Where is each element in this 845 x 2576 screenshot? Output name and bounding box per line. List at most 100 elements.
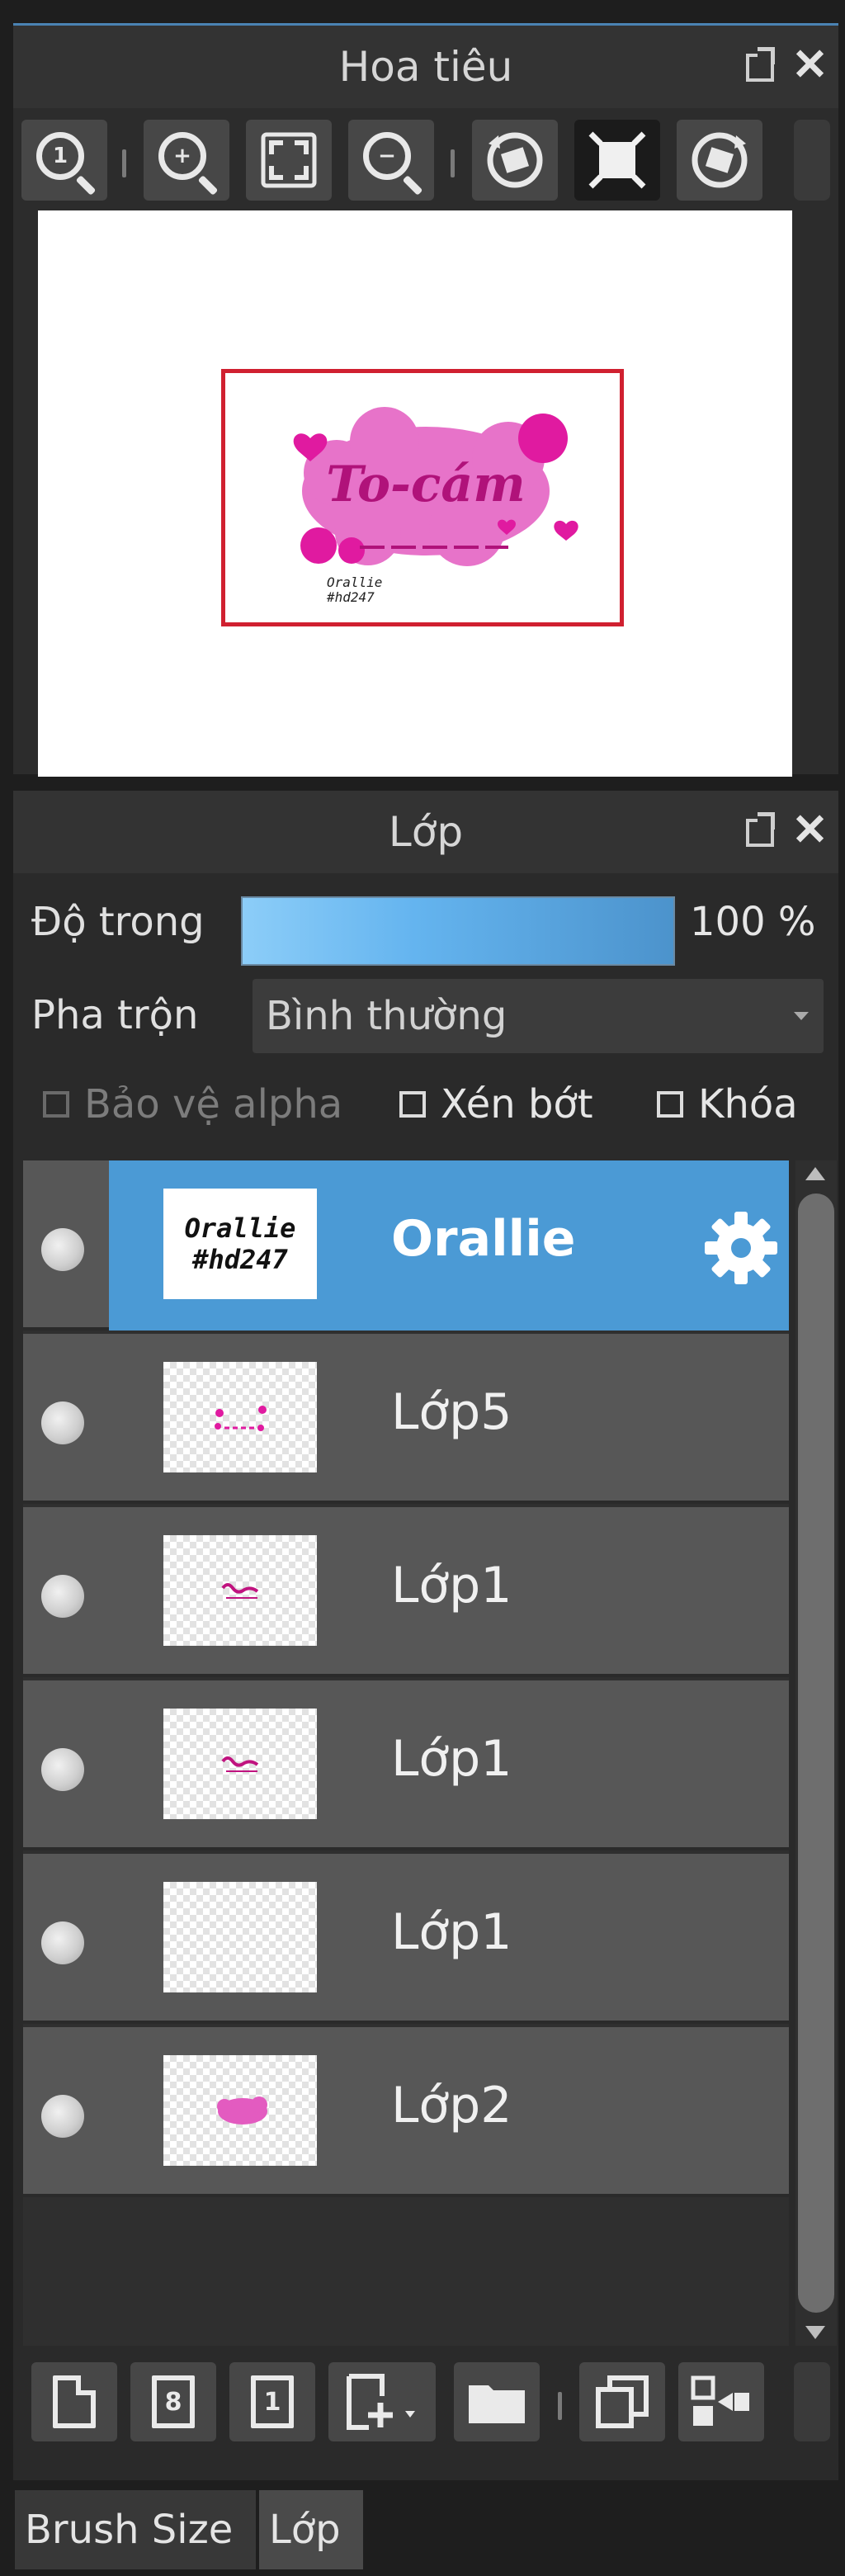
thumbnail-art xyxy=(217,2096,267,2125)
visibility-toggle[interactable] xyxy=(41,2095,84,2138)
fit-frame-button[interactable] xyxy=(574,120,660,201)
thumbnail-art xyxy=(221,1756,259,1772)
layer-row-lop2[interactable]: Lớp2 xyxy=(23,2027,789,2197)
opacity-label: Độ trong xyxy=(31,899,205,945)
layer-8bit-icon: 8 xyxy=(152,2375,195,2428)
rotate-right-icon xyxy=(692,132,748,188)
add-layer-menu-button[interactable] xyxy=(328,2362,436,2441)
layer-name: Lớp2 xyxy=(391,2077,512,2134)
visibility-toggle[interactable] xyxy=(41,1748,84,1791)
layer-row-lop1-2[interactable]: Lớp1 xyxy=(23,1680,789,1850)
rotate-right-button[interactable] xyxy=(677,120,762,201)
opacity-value: 100 % xyxy=(690,899,816,945)
fit-screen-icon xyxy=(261,132,317,188)
merge-layer-button[interactable] xyxy=(678,2362,764,2441)
navigator-panel: Hoa tiêu 1 + − To-cám Orallie #hd247 xyxy=(13,23,838,777)
layer-name: Lớp1 xyxy=(391,1903,512,1961)
alpha-protect-label: Bảo vệ alpha xyxy=(84,1081,343,1127)
layer-thumbnail xyxy=(163,2055,317,2166)
layer-list-scrollbar[interactable] xyxy=(795,1160,837,2346)
visibility-toggle[interactable] xyxy=(41,1401,84,1444)
clipping-checkbox[interactable]: Xén bớt xyxy=(399,1081,593,1127)
folder-icon xyxy=(469,2385,525,2423)
layer-name: Orallie xyxy=(391,1210,576,1268)
thumbnail-art xyxy=(215,1406,267,1431)
blend-mode-select[interactable]: Bình thường xyxy=(253,979,824,1053)
layer-name: Lớp5 xyxy=(391,1383,512,1441)
layer-toolbar: 8 1 xyxy=(13,2352,838,2451)
thumbnail-text-1: Orallie xyxy=(184,1212,296,1244)
opacity-slider[interactable] xyxy=(241,896,675,966)
fit-frame-icon xyxy=(588,131,646,189)
canvas-preview[interactable]: To-cám Orallie #hd247 xyxy=(38,210,792,777)
layers-panel: Lớp Độ trong 100 % Pha trộn Bình thường … xyxy=(13,791,838,2480)
new-1bit-layer-button[interactable]: 1 xyxy=(229,2362,315,2441)
navigator-title: Hoa tiêu xyxy=(338,43,513,91)
fit-screen-button[interactable] xyxy=(246,120,332,201)
add-layer-menu-icon xyxy=(347,2374,415,2430)
lock-label: Khóa xyxy=(698,1081,798,1127)
viewport-frame[interactable] xyxy=(221,369,624,626)
checkbox-box xyxy=(657,1091,683,1118)
layers-title: Lớp xyxy=(388,808,464,856)
duplicate-icon xyxy=(596,2375,649,2428)
popout-icon[interactable] xyxy=(743,812,776,847)
toolbar-scroll-handle[interactable] xyxy=(794,2362,830,2441)
zoom-out-button[interactable]: − xyxy=(348,120,434,201)
layers-header: Lớp xyxy=(13,791,838,873)
visibility-toggle[interactable] xyxy=(41,1228,84,1271)
new-folder-button[interactable] xyxy=(454,2362,540,2441)
zoom-out-icon: − xyxy=(363,132,411,180)
navigator-toolbar: 1 + − xyxy=(13,108,838,206)
zoom-in-button[interactable]: + xyxy=(144,120,229,201)
close-icon[interactable] xyxy=(794,47,827,80)
layer-1bit-icon: 1 xyxy=(251,2375,294,2428)
new-layer-button[interactable] xyxy=(31,2362,117,2441)
alpha-protect-checkbox[interactable]: Bảo vệ alpha xyxy=(43,1081,342,1127)
toolbar-separator xyxy=(451,149,455,177)
duplicate-layer-button[interactable] xyxy=(579,2362,665,2441)
clipping-label: Xén bớt xyxy=(441,1081,593,1127)
scroll-down-icon[interactable] xyxy=(805,2326,825,2339)
layer-row-lop1-3[interactable]: Lớp1 xyxy=(23,1854,789,2024)
new-8bit-layer-button[interactable]: 8 xyxy=(130,2362,216,2441)
layer-thumbnail: Orallie #hd247 xyxy=(163,1189,317,1299)
layer-thumbnail xyxy=(163,1709,317,1819)
blend-label: Pha trộn xyxy=(31,992,199,1038)
panel-tab-bar: Brush Size Lớp xyxy=(0,2480,845,2576)
gear-icon[interactable] xyxy=(701,1208,781,1288)
layer-row-orallie[interactable]: Orallie #hd247 Orallie xyxy=(23,1160,789,1331)
zoom-actual-button[interactable]: 1 xyxy=(21,120,107,201)
checkbox-box xyxy=(399,1091,426,1118)
layer-name: Lớp1 xyxy=(391,1557,512,1614)
layer-row-lop5[interactable]: Lớp5 xyxy=(23,1334,789,1504)
opacity-row: Độ trong 100 % xyxy=(13,873,838,971)
merge-down-icon xyxy=(691,2375,749,2426)
popout-icon[interactable] xyxy=(743,47,776,82)
visibility-toggle[interactable] xyxy=(41,1575,84,1618)
thumbnail-text-2: #hd247 xyxy=(192,1244,288,1275)
checkbox-box xyxy=(43,1091,69,1118)
layer-options-row: Bảo vệ alpha Xén bớt Khóa xyxy=(13,1061,838,1152)
layer-thumbnail xyxy=(163,1882,317,1992)
scrollbar-thumb[interactable] xyxy=(798,1193,834,2313)
layer-list: Orallie #hd247 Orallie Lớp5 Lớp1 Lớp1 Lớ… xyxy=(23,1160,789,2346)
zoom-in-icon: + xyxy=(158,132,206,180)
toolbar-separator xyxy=(558,2392,562,2420)
close-icon[interactable] xyxy=(794,812,827,845)
lock-checkbox[interactable]: Khóa xyxy=(657,1081,798,1127)
layer-thumbnail xyxy=(163,1535,317,1646)
tab-layers[interactable]: Lớp xyxy=(259,2490,363,2569)
thumbnail-art xyxy=(221,1583,259,1599)
layer-row-lop1[interactable]: Lớp1 xyxy=(23,1507,789,1677)
chevron-down-icon xyxy=(794,1012,809,1020)
blend-mode-value: Bình thường xyxy=(266,993,507,1039)
scroll-up-icon[interactable] xyxy=(805,1167,825,1180)
navigator-header: Hoa tiêu xyxy=(13,26,838,108)
toolbar-separator xyxy=(122,149,126,177)
toolbar-scroll-handle[interactable] xyxy=(794,120,830,201)
rotate-left-button[interactable] xyxy=(472,120,558,201)
new-layer-icon xyxy=(53,2375,96,2428)
tab-brush-size[interactable]: Brush Size xyxy=(15,2490,256,2569)
visibility-toggle[interactable] xyxy=(41,1921,84,1964)
